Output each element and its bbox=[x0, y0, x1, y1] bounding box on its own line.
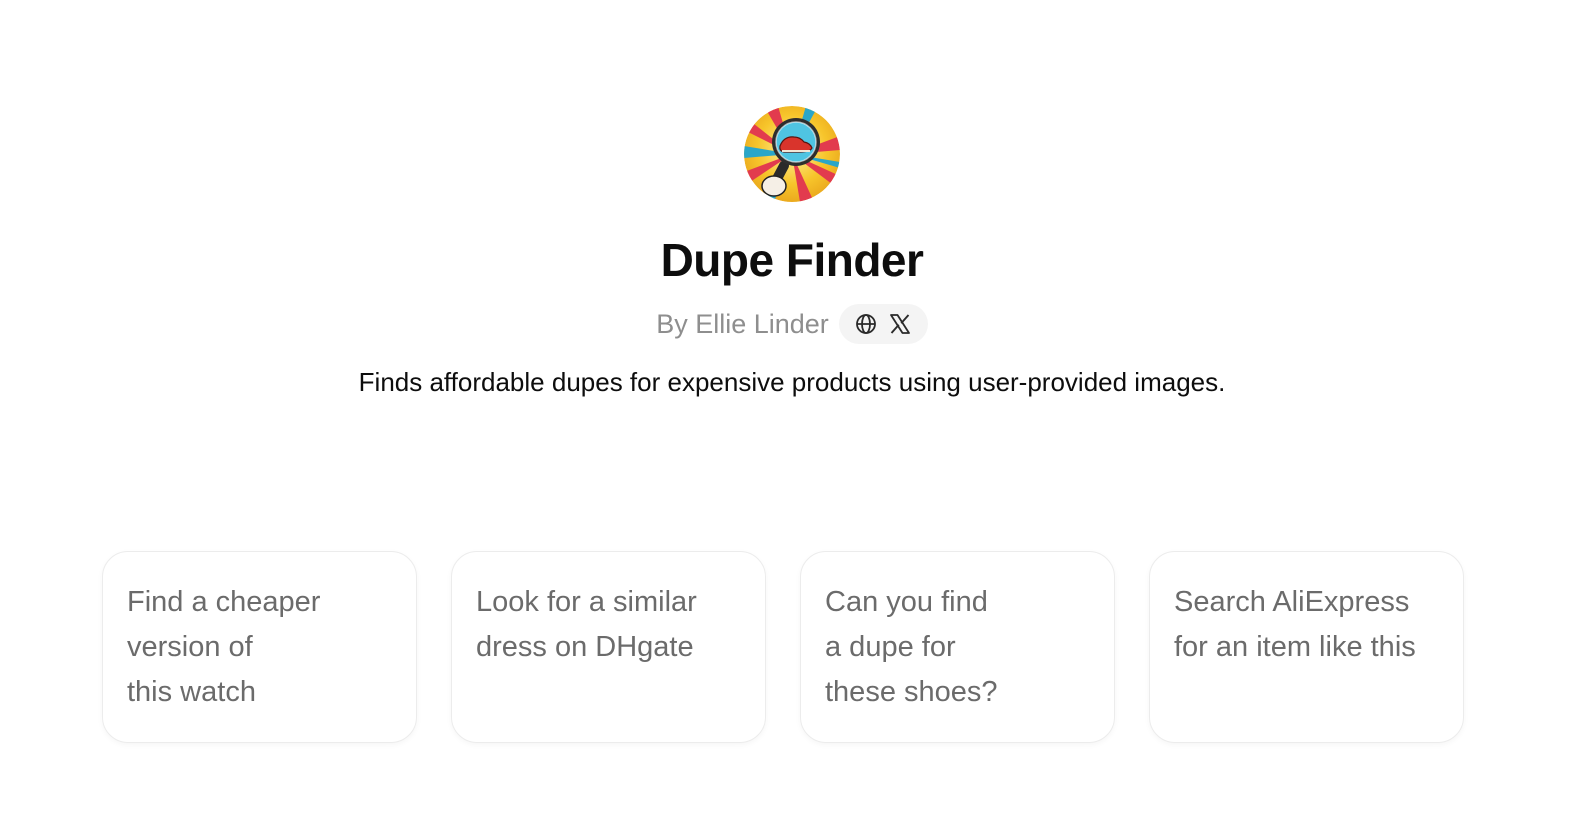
starter-card-2[interactable]: Look for a similar dress on DHgate bbox=[451, 551, 766, 743]
x-icon[interactable] bbox=[888, 312, 912, 336]
starter-line: for an item like this bbox=[1174, 631, 1416, 663]
gpt-description: Finds affordable dupes for expensive pro… bbox=[358, 367, 1226, 397]
starter-line: dress on DHgate bbox=[476, 631, 694, 663]
starter-line: Look for a similar bbox=[476, 586, 697, 618]
conversation-starters: Find a cheaper version of this watch Loo… bbox=[102, 551, 1464, 743]
globe-icon[interactable] bbox=[854, 312, 878, 336]
author-name: By Ellie Linder bbox=[656, 308, 829, 339]
gpt-header: Dupe Finder By Ellie Linder Finds afford… bbox=[0, 106, 1584, 402]
starter-line: a dupe for bbox=[825, 631, 956, 663]
gpt-title: Dupe Finder bbox=[660, 234, 924, 286]
byline: By Ellie Linder bbox=[656, 304, 928, 344]
magnifying-glass-shoe-avatar bbox=[744, 106, 840, 202]
starter-card-1[interactable]: Find a cheaper version of this watch bbox=[102, 551, 417, 743]
social-links bbox=[838, 304, 928, 344]
starter-line: Find a cheaper bbox=[127, 586, 321, 618]
starter-line: these shoes? bbox=[825, 676, 998, 708]
starter-card-4[interactable]: Search AliExpress for an item like this bbox=[1149, 551, 1464, 743]
gpt-landing-page: Dupe Finder By Ellie Linder Finds afford… bbox=[0, 0, 1584, 840]
starter-line: version of bbox=[127, 631, 253, 663]
starter-line: Can you find bbox=[825, 586, 988, 618]
starter-card-3[interactable]: Can you find a dupe for these shoes? bbox=[800, 551, 1115, 743]
starter-line: Search AliExpress bbox=[1174, 586, 1410, 618]
starter-line: this watch bbox=[127, 676, 256, 708]
